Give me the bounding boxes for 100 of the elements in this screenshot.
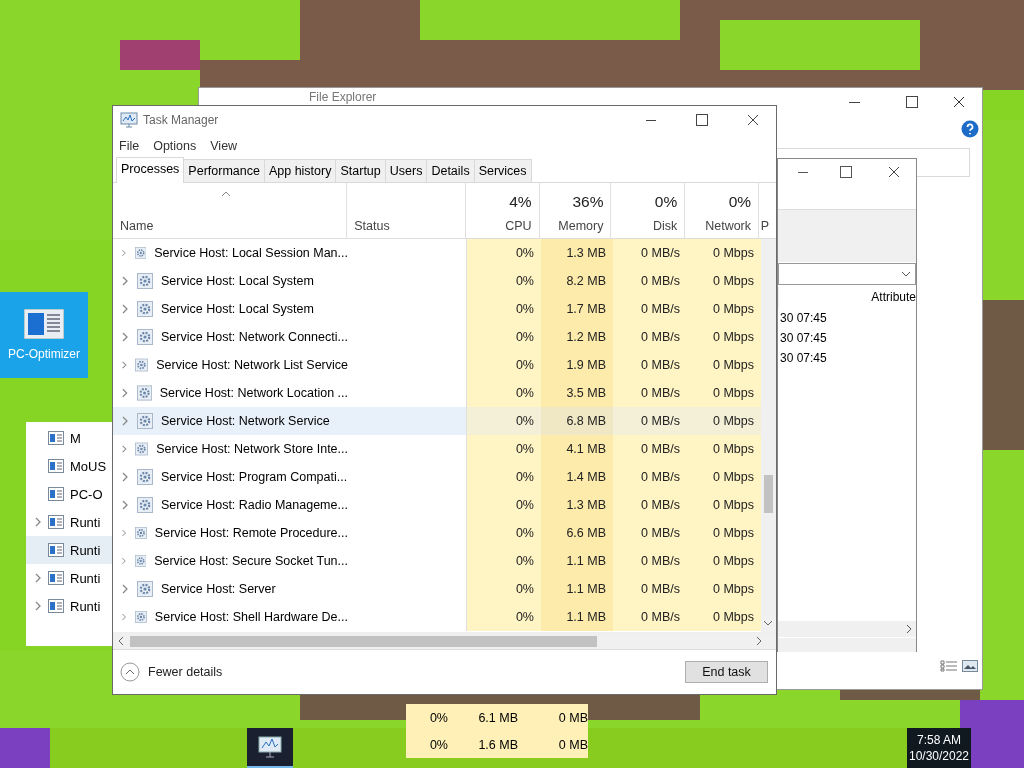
scrollbar[interactable] [778,621,916,637]
process-row[interactable]: Service Host: Network Service 0% 6.8 MB 0 MB/s 0 Mbps [113,407,761,435]
tab[interactable]: Services [473,159,532,182]
list-item[interactable]: Runti [26,592,116,620]
table-cell: 1.7 MB [541,295,613,323]
table-cell-text: 0% [428,710,448,725]
process-row[interactable]: Service Host: Network Store Inte... 0% 4.1 MB 0 MB/s 0 Mbps [113,435,761,463]
chevron-icon[interactable] [121,388,129,398]
minimize-icon[interactable] [646,119,656,121]
chevron-icon[interactable] [121,472,129,482]
scrollbar[interactable] [113,632,776,649]
menu-item[interactable]: Options [153,138,197,153]
table-cell-text: 30 07:45 [780,351,828,367]
table-cell: 0 MB/s [613,295,687,323]
chevron-icon[interactable] [121,360,128,370]
column-header[interactable]: Attribute [871,287,916,309]
sort-caret-icon [221,191,231,197]
maximize-icon[interactable] [696,114,708,126]
collapse-icon[interactable] [120,662,140,682]
process-row[interactable]: Service Host: Program Compati... 0% 1.4 MB 0 MB/s 0 Mbps [113,463,761,491]
table-cell: 1.1 MB [541,547,613,575]
chevron-icon[interactable] [121,248,127,258]
process-row[interactable]: Service Host: Network Connecti... 0% 1.2 MB 0 MB/s 0 Mbps [113,323,761,351]
window-icon [48,459,64,473]
scroll-thumb[interactable] [130,635,597,647]
list-item[interactable]: MoUS [26,452,116,480]
tab[interactable]: Performance [183,159,265,182]
table-cell-text: 30 07:45 [780,311,828,327]
gear-icon [137,469,153,485]
chevron-icon[interactable] [121,304,129,314]
table-cell: 0 MB/s [613,407,687,435]
end-task-button[interactable]: End task [685,661,768,683]
tab[interactable]: Startup [335,159,386,182]
clock-time: 7:58 AM [917,733,961,747]
list-item[interactable]: PC-O [26,480,116,508]
close-icon[interactable] [888,166,900,178]
process-row[interactable]: Service Host: Network Location ... 0% 3.5 MB 0 MB/s 0 Mbps [113,379,761,407]
fewer-details-link[interactable]: Fewer details [148,665,223,679]
chevron-icon[interactable] [121,276,129,286]
dropdown-field[interactable] [778,263,916,285]
chevron-icon[interactable] [118,636,124,646]
scroll-thumb[interactable] [764,475,773,513]
table-cell: 8.2 MB [541,267,613,295]
chevron-icon [34,573,42,583]
list-item[interactable]: Runti [26,508,116,536]
process-name: Service Host: Remote Procedure... [154,526,348,540]
list-item[interactable]: Runti [26,564,116,592]
process-row[interactable]: Service Host: Local Session Man... 0% 1.3 MB 0 MB/s 0 Mbps [113,239,761,267]
chevron-icon [34,517,42,527]
help-icon[interactable] [961,120,979,138]
table-cell: 0 MB/s [613,603,687,631]
table-cell: 0 Mbps [687,379,761,407]
list-item[interactable]: M [26,424,116,452]
image-view-icon[interactable] [962,660,978,672]
tab[interactable]: Details [426,159,475,182]
maximize-icon[interactable] [906,96,918,108]
table-cell: 0% [467,267,541,295]
table-cell: 0% [467,351,541,379]
process-row[interactable]: Service Host: Network List Service 0% 1.9 MB 0 MB/s 0 Mbps [113,351,761,379]
window-icon [48,571,64,585]
process-name: Service Host: Network Location ... [159,386,348,400]
chevron-icon[interactable] [121,584,129,594]
chevron-icon[interactable] [121,416,129,426]
chevron-icon[interactable] [121,332,129,342]
chevron-icon[interactable] [121,556,127,566]
taskbar-button[interactable] [247,728,293,768]
window-icon [48,487,64,501]
table-cell: 0 Mbps [687,547,761,575]
process-row[interactable]: Service Host: Local System 0% 8.2 MB 0 MB/s 0 Mbps [113,267,761,295]
column-header[interactable]: Memory [558,219,604,233]
process-row[interactable]: Service Host: Shell Hardware De... 0% 1.1 MB 0 MB/s 0 Mbps [113,603,761,631]
column-header[interactable]: Network [705,219,752,233]
tab[interactable]: Processes [116,157,185,183]
taskbar-clock[interactable]: 7:58 AM 10/30/2022 [907,728,971,768]
column-header[interactable]: CPU [505,219,532,233]
menu-item[interactable]: File [119,138,140,153]
process-row[interactable]: Service Host: Remote Procedure... 0% 6.6 MB 0 MB/s 0 Mbps [113,519,761,547]
close-icon[interactable] [953,96,965,108]
scrollbar[interactable] [761,239,776,632]
details-view-icon[interactable] [940,660,958,672]
tab[interactable]: Users [384,159,428,182]
column-header[interactable]: P [760,219,769,233]
tab[interactable]: App history [263,159,337,182]
process-row[interactable]: Service Host: Radio Manageme... 0% 1.3 MB 0 MB/s 0 Mbps [113,491,761,519]
process-row[interactable]: Service Host: Secure Socket Tun... 0% 1.1 MB 0 MB/s 0 Mbps [113,547,761,575]
chevron-icon[interactable] [121,444,128,454]
menu-item[interactable]: View [210,138,238,153]
chevron-icon[interactable] [121,500,129,510]
table-cell: 0% [467,295,541,323]
maximize-icon[interactable] [840,166,852,178]
table-cell: 0 MB/s [613,547,687,575]
column-header[interactable]: Name [120,219,154,233]
column-header[interactable]: Status [354,219,390,233]
table-cell-text: 6.1 MB [477,710,518,725]
table-cell-text: 30 07:45 [780,331,828,347]
process-row[interactable]: Service Host: Server 0% 1.1 MB 0 MB/s 0 Mbps [113,575,761,603]
table-cell: 4.1 MB [541,435,613,463]
column-header[interactable]: Disk [652,219,678,233]
process-row[interactable]: Service Host: Local System 0% 1.7 MB 0 MB/s 0 Mbps [113,295,761,323]
close-icon[interactable] [747,114,759,126]
